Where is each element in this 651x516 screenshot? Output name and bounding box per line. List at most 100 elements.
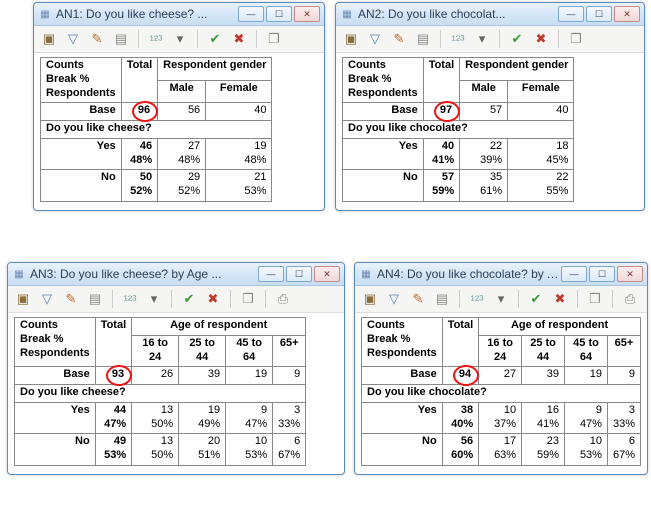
minimize-button[interactable]: — [558, 6, 584, 22]
toolbar: ▣ ▽ ✎ ▤ ¹²³ ▾ ✔ ✖ ❐ [336, 26, 644, 53]
maximize-button[interactable]: ☐ [586, 6, 612, 22]
window-controls: —☐✕ [238, 6, 320, 22]
toolbar-separator [197, 30, 198, 48]
window-content: CountsBreak %RespondentsTotalRespondent … [336, 53, 644, 210]
base-label: Base [362, 367, 443, 385]
properties-button[interactable]: ▣ [361, 290, 379, 308]
question-label: Do you like chocolate? [343, 121, 574, 139]
number-format-dropdown[interactable]: ▾ [145, 290, 163, 308]
print-button[interactable]: ⎙ [621, 290, 639, 308]
print-button[interactable]: ⎙ [274, 290, 292, 308]
cancel-button[interactable]: ✖ [204, 290, 222, 308]
cell: 333% [607, 402, 640, 434]
base-col: 27 [479, 367, 522, 385]
toolbar: ▣ ▽ ✎ ▤ ¹²³ ▾ ✔ ✖ ❐ ⎙ [355, 286, 647, 313]
cancel-button[interactable]: ✖ [230, 30, 248, 48]
properties-button[interactable]: ▣ [40, 30, 58, 48]
maximize-button[interactable]: ☐ [286, 266, 312, 282]
document-button[interactable]: ▤ [112, 30, 130, 48]
apply-button[interactable]: ✔ [206, 30, 224, 48]
apply-button[interactable]: ✔ [508, 30, 526, 48]
number-format-dropdown[interactable]: ▾ [492, 290, 510, 308]
document-button[interactable]: ▤ [414, 30, 432, 48]
cell: 2255% [508, 170, 574, 202]
filter-button[interactable]: ▽ [366, 30, 384, 48]
col-header: 45 to 64 [565, 335, 608, 367]
base-total: 94 [442, 367, 478, 385]
col-header: 25 to 44 [179, 335, 226, 367]
base-total: 97 [423, 103, 459, 121]
measure-header: CountsBreak %Respondents [362, 318, 443, 367]
answer-label: No [41, 170, 122, 202]
filter-button[interactable]: ▽ [385, 290, 403, 308]
answer-total: 4041% [423, 138, 459, 170]
number-format-button[interactable]: ¹²³ [468, 290, 486, 308]
minimize-button[interactable]: — [258, 266, 284, 282]
filter-button[interactable]: ▽ [38, 290, 56, 308]
apply-button[interactable]: ✔ [527, 290, 545, 308]
number-format-button[interactable]: ¹²³ [121, 290, 139, 308]
window-content: CountsBreak %RespondentsTotalRespondent … [34, 53, 324, 210]
minimize-button[interactable]: — [238, 6, 264, 22]
copy-button[interactable]: ❐ [265, 30, 283, 48]
base-col: 39 [522, 367, 565, 385]
banner-header: Age of respondent [479, 318, 641, 336]
highlight-button[interactable]: ✎ [88, 30, 106, 48]
minimize-button[interactable]: — [561, 266, 587, 282]
answer-total: 5660% [442, 434, 478, 466]
base-col: 19 [565, 367, 608, 385]
grid-icon: ▦ [38, 7, 52, 21]
copy-button[interactable]: ❐ [586, 290, 604, 308]
number-format-button[interactable]: ¹²³ [449, 30, 467, 48]
close-button[interactable]: ✕ [314, 266, 340, 282]
filter-button[interactable]: ▽ [64, 30, 82, 48]
highlight-button[interactable]: ✎ [409, 290, 427, 308]
titlebar[interactable]: ▦AN4: Do you like chocolate? by A...—☐✕ [355, 263, 647, 286]
cell: 1845% [508, 138, 574, 170]
apply-button[interactable]: ✔ [180, 290, 198, 308]
maximize-button[interactable]: ☐ [589, 266, 615, 282]
base-col: 9 [273, 367, 306, 385]
crosstab-window: ▦AN1: Do you like cheese? ...—☐✕ ▣ ▽ ✎ ▤ ¹²³ ▾… [33, 2, 325, 211]
properties-button[interactable]: ▣ [14, 290, 32, 308]
highlight-button[interactable]: ✎ [390, 30, 408, 48]
cancel-button[interactable]: ✖ [532, 30, 550, 48]
toolbar-separator [265, 290, 266, 308]
answer-label: No [15, 434, 96, 466]
properties-button[interactable]: ▣ [342, 30, 360, 48]
close-button[interactable]: ✕ [294, 6, 320, 22]
col-header: 25 to 44 [522, 335, 565, 367]
number-format-button[interactable]: ¹²³ [147, 30, 165, 48]
cancel-button[interactable]: ✖ [551, 290, 569, 308]
window-controls: —☐✕ [258, 266, 340, 282]
answer-label: Yes [15, 402, 96, 434]
titlebar[interactable]: ▦AN1: Do you like cheese? ...—☐✕ [34, 3, 324, 26]
copy-button[interactable]: ❐ [567, 30, 585, 48]
toolbar-separator [112, 290, 113, 308]
document-button[interactable]: ▤ [86, 290, 104, 308]
titlebar[interactable]: ▦AN2: Do you like chocolat...—☐✕ [336, 3, 644, 26]
window-controls: —☐✕ [561, 266, 643, 282]
document-button[interactable]: ▤ [433, 290, 451, 308]
crosstab-window: ▦AN4: Do you like chocolate? by A...—☐✕▣… [354, 262, 648, 475]
titlebar[interactable]: ▦AN3: Do you like cheese? by Age ...—☐✕ [8, 263, 344, 286]
number-format-dropdown[interactable]: ▾ [473, 30, 491, 48]
answer-label: Yes [343, 138, 424, 170]
window-controls: —☐✕ [558, 6, 640, 22]
toolbar-separator [577, 290, 578, 308]
col-header: 45 to 64 [226, 335, 273, 367]
answer-total: 5052% [121, 170, 157, 202]
cell: 2153% [206, 170, 272, 202]
banner-header: Respondent gender [460, 58, 574, 81]
number-format-dropdown[interactable]: ▾ [171, 30, 189, 48]
crosstab-table: CountsBreak %RespondentsTotalAge of resp… [14, 317, 306, 466]
close-button[interactable]: ✕ [617, 266, 643, 282]
toolbar-separator [256, 30, 257, 48]
highlight-button[interactable]: ✎ [62, 290, 80, 308]
measure-header: CountsBreak %Respondents [41, 58, 122, 103]
toolbar-separator [138, 30, 139, 48]
close-button[interactable]: ✕ [614, 6, 640, 22]
copy-button[interactable]: ❐ [239, 290, 257, 308]
cell: 1949% [179, 402, 226, 434]
maximize-button[interactable]: ☐ [266, 6, 292, 22]
